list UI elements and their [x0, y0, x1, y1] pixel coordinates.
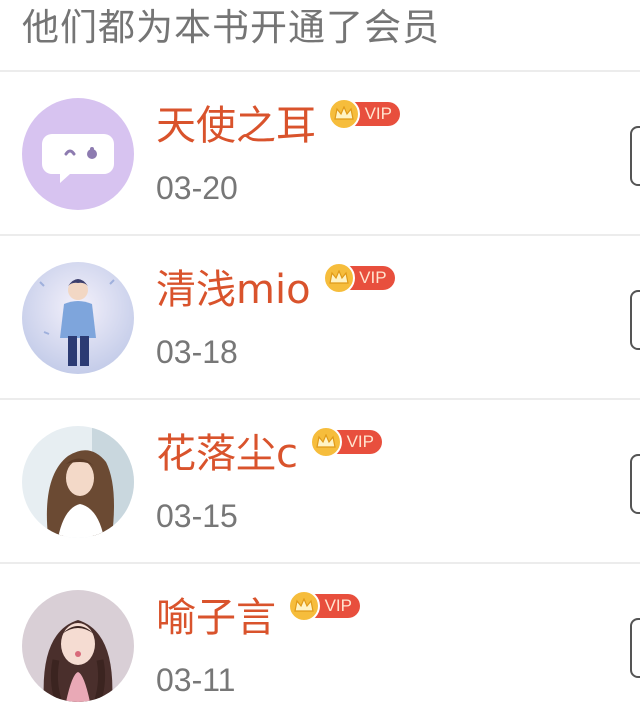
crown-icon	[328, 98, 360, 130]
avatar[interactable]	[22, 426, 134, 538]
girl-braids-photo	[22, 590, 134, 702]
member-list: 天使之耳 VIP 03-20 清浅mio VIP 03-18 花落尘c VIP …	[0, 72, 640, 728]
vip-badge: VIP	[288, 590, 360, 622]
vip-badge: VIP	[310, 426, 382, 458]
girl-photo	[22, 426, 134, 538]
join-date: 03-18	[156, 334, 238, 370]
list-item[interactable]: 喻子言 VIP 03-11	[0, 564, 640, 728]
join-date: 03-15	[156, 498, 238, 534]
anime-boy-photo	[22, 262, 134, 374]
member-name[interactable]: 清浅mio	[156, 264, 311, 316]
crown-icon	[322, 262, 355, 294]
member-name[interactable]: 喻子言	[156, 592, 276, 644]
avatar[interactable]	[22, 98, 134, 210]
avatar[interactable]	[22, 262, 134, 374]
vip-badge: VIP	[322, 262, 395, 294]
join-date: 03-20	[156, 170, 238, 206]
follow-button-edge[interactable]	[630, 290, 640, 350]
follow-button-edge[interactable]	[630, 618, 640, 678]
chat-bubble-icon	[22, 98, 134, 210]
follow-button-edge[interactable]	[630, 126, 640, 186]
follow-button-edge[interactable]	[630, 454, 640, 514]
section-header: 他们都为本书开通了会员	[0, 0, 640, 72]
section-title: 他们都为本书开通了会员	[22, 6, 440, 49]
crown-icon	[288, 590, 320, 622]
list-item[interactable]: 天使之耳 VIP 03-20	[0, 72, 640, 236]
join-date: 03-11	[156, 662, 236, 698]
member-name[interactable]: 花落尘c	[156, 428, 298, 480]
avatar[interactable]	[22, 590, 134, 702]
list-item[interactable]: 花落尘c VIP 03-15	[0, 400, 640, 564]
crown-icon	[310, 426, 342, 458]
list-item[interactable]: 清浅mio VIP 03-18	[0, 236, 640, 400]
vip-badge: VIP	[328, 98, 400, 130]
member-name[interactable]: 天使之耳	[156, 100, 316, 152]
